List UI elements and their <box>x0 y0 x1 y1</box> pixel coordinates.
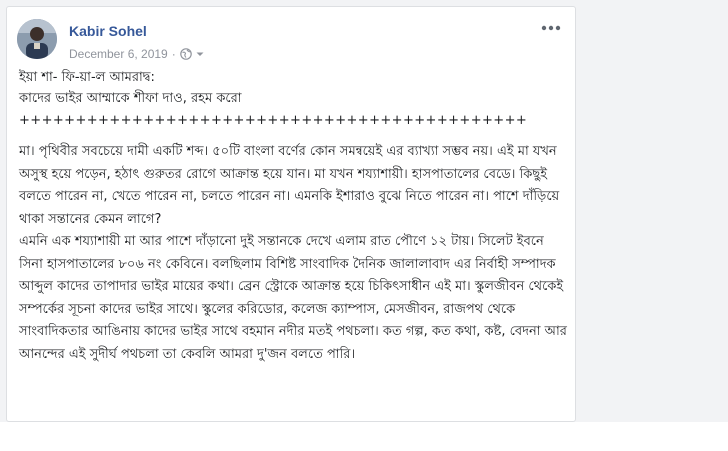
greeting-line: ইয়া শা- ফি-য়া-ল আমরাদ্ব: <box>19 70 155 85</box>
facebook-post-card: Kabir Sohel December 6, 2019 · ইয়া শা- … <box>6 6 576 422</box>
meta-separator: · <box>171 47 176 61</box>
post-header: Kabir Sohel December 6, 2019 · <box>7 7 575 67</box>
post-meta: December 6, 2019 · <box>69 47 205 61</box>
globe-icon <box>179 48 192 60</box>
avatar[interactable] <box>17 19 57 59</box>
more-options-icon[interactable] <box>539 21 563 35</box>
prayer-line: কাদের ভাইর আম্মাকে শীফা দাও, রহম করো <box>19 91 242 106</box>
post-paragraph: মা। পৃথিবীর সবচেয়ে দামী একটি শব্দ। ৫০টি… <box>19 144 560 227</box>
post-date-link[interactable]: December 6, 2019 <box>69 47 168 61</box>
post-paragraph: এমনি এক শয্যাশায়ী মা আর পাশে দাঁড়ানো দ… <box>19 234 567 362</box>
chevron-down-icon[interactable] <box>195 49 205 59</box>
page-bottom-strip <box>0 422 728 451</box>
avatar-photo-icon <box>17 19 57 59</box>
plus-divider: ++++++++++++++++++++++++++++++++++++++++… <box>19 113 528 128</box>
author-name-link[interactable]: Kabir Sohel <box>69 23 147 39</box>
post-body: ইয়া শা- ফি-য়া-ল আমরাদ্ব: কাদের ভাইর আম… <box>19 67 571 366</box>
